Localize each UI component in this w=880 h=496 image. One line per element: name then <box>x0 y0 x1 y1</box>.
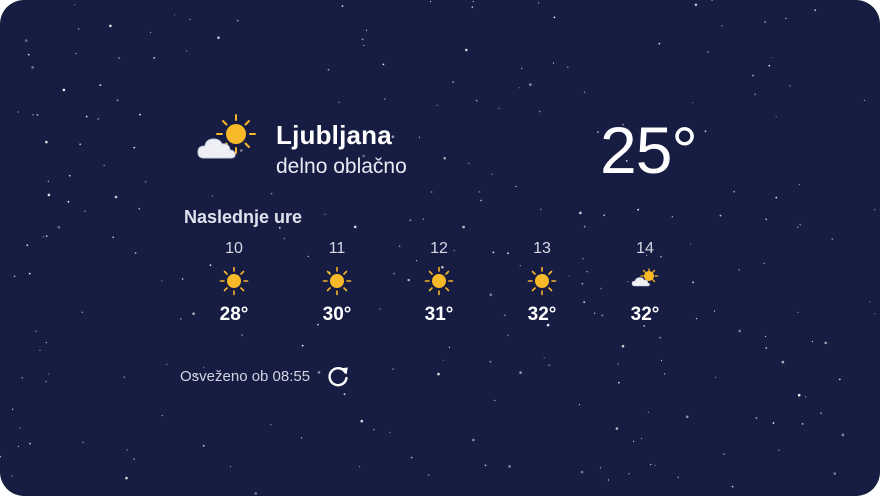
sun-icon <box>527 266 557 296</box>
hourly-item: 11 30° <box>297 240 377 326</box>
refresh-icon[interactable] <box>324 363 352 391</box>
city-name: Ljubljana <box>276 120 392 150</box>
hour-label: 10 <box>225 240 243 257</box>
hour-label: 12 <box>430 240 448 257</box>
sun-icon <box>219 266 249 296</box>
hour-temperature: 30° <box>322 304 352 325</box>
sun-icon <box>322 266 352 296</box>
last-refreshed-label: Osveženo ob 08:55 <box>180 368 311 385</box>
hourly-item: 14 32° <box>605 240 685 326</box>
current-temperature: 25° <box>600 113 698 187</box>
sun-icon <box>424 266 454 296</box>
hour-label: 13 <box>533 240 551 257</box>
weather-card: Ljubljana delno oblačno 25° Naslednje ur… <box>0 0 880 496</box>
hourly-forecast-title: Naslednje ure <box>184 207 303 227</box>
hourly-item: 12 31° <box>399 240 479 326</box>
hourly-item: 10 28° <box>194 240 274 326</box>
hour-temperature: 28° <box>219 304 249 325</box>
hourly-item: 13 32° <box>502 240 582 326</box>
partly-cloudy-icon <box>197 114 256 159</box>
hour-temperature: 31° <box>424 304 454 325</box>
hour-label: 14 <box>636 240 654 257</box>
hour-temperature: 32° <box>527 304 557 325</box>
partly-cloudy-icon <box>631 268 659 287</box>
hour-temperature: 32° <box>630 304 660 325</box>
hour-label: 11 <box>328 240 346 257</box>
weather-condition: delno oblačno <box>276 155 407 178</box>
